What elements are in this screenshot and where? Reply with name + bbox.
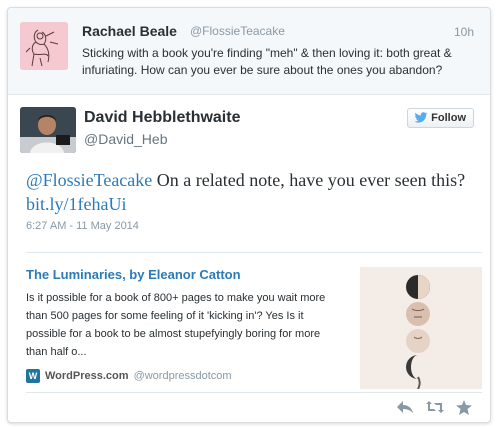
avatar[interactable] xyxy=(20,107,76,153)
twitter-bird-icon xyxy=(414,112,428,123)
wordpress-icon: W xyxy=(26,369,40,383)
mention-link[interactable]: @FlossieTeacake xyxy=(26,170,152,190)
link-card[interactable]: The Luminaries, by Eleanor Catton Is it … xyxy=(26,252,482,393)
avatar[interactable] xyxy=(20,22,68,70)
card-site-handle[interactable]: @wordpressdotcom xyxy=(134,370,232,382)
card-source: W WordPress.com @wordpressdotcom xyxy=(26,369,232,383)
favorite-icon[interactable] xyxy=(456,400,474,415)
moon-phases-image-icon xyxy=(360,267,482,389)
illustration-avatar-icon xyxy=(20,22,68,70)
reply-icon[interactable] xyxy=(396,400,414,414)
parent-timestamp[interactable]: 10h xyxy=(454,25,474,39)
follow-label: Follow xyxy=(431,112,466,124)
embedded-tweet: Rachael Beale @FlossieTeacake 10h Sticki… xyxy=(7,7,491,423)
retweet-icon[interactable] xyxy=(426,400,444,414)
card-site-name[interactable]: WordPress.com xyxy=(45,370,129,382)
short-url-link[interactable]: bit.ly/1fehaUi xyxy=(26,194,126,214)
follow-button[interactable]: Follow xyxy=(407,108,474,128)
card-description: Is it possible for a book of 800+ pages … xyxy=(26,292,326,358)
tweet-date[interactable]: 6:27 AM - 11 May 2014 xyxy=(26,220,139,232)
author-handle[interactable]: @David_Heb xyxy=(84,131,167,147)
parent-tweet[interactable]: Rachael Beale @FlossieTeacake 10h Sticki… xyxy=(8,8,490,95)
parent-author-handle[interactable]: @FlossieTeacake xyxy=(190,24,285,38)
card-thumbnail[interactable] xyxy=(360,267,482,389)
author-name[interactable]: David Hebblethwaite xyxy=(84,109,240,127)
tweet-body: On a related note, have you ever seen th… xyxy=(152,170,466,190)
card-title[interactable]: The Luminaries, by Eleanor Catton xyxy=(26,267,241,282)
tweet-actions xyxy=(396,400,474,415)
tweet-text: @FlossieTeacake On a related note, have … xyxy=(26,168,476,216)
person-avatar-icon xyxy=(20,107,76,153)
parent-tweet-text: Sticking with a book you're finding "meh… xyxy=(82,46,452,77)
parent-author-name[interactable]: Rachael Beale xyxy=(82,23,177,39)
